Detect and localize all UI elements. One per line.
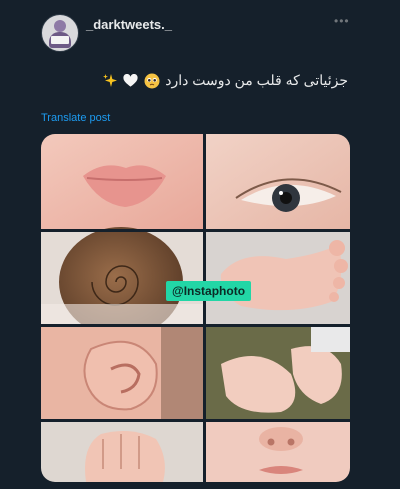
more-options-icon[interactable]: ••• [334,15,350,27]
pleading-face-icon [144,73,160,89]
username[interactable]: _darktweets._ [86,17,172,32]
instaphoto-watermark: @Instaphoto [166,281,252,301]
translate-post-link[interactable]: Translate post [41,112,110,124]
collage-graphic [41,134,350,482]
white-heart-icon [123,74,138,87]
ear-image [41,327,203,419]
foot-image [206,232,350,324]
fist-hand-image [41,422,203,482]
nose-mouth-image [206,422,350,482]
lips-image [41,134,203,229]
tweet-text-body: جزئیاتی که قلب من دوست دارد [165,72,348,88]
feet-toes-image [206,327,350,419]
tweet-post: _darktweets._ ••• جزئیاتی که قلب من دوست… [0,0,400,489]
sparkles-icon [102,74,117,88]
eye-image [206,134,350,229]
tweet-text: جزئیاتی که قلب من دوست دارد [101,72,348,89]
media-collage[interactable] [41,134,350,482]
avatar[interactable] [41,14,79,52]
